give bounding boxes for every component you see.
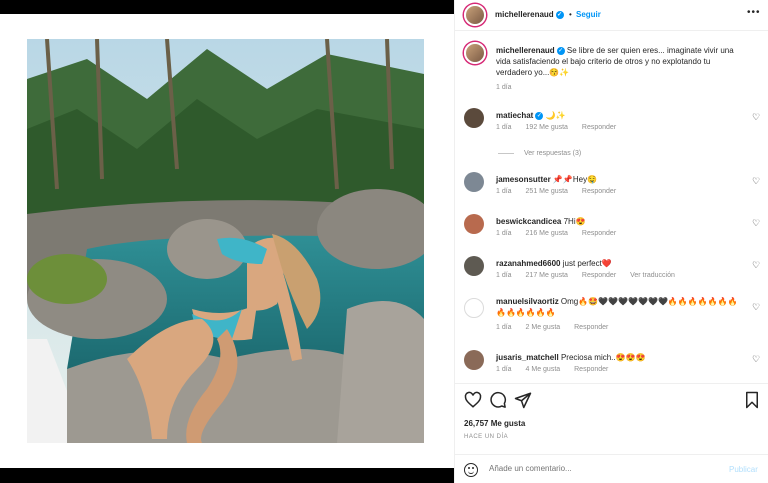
caption-avatar[interactable]	[464, 42, 486, 64]
emoji-picker-icon[interactable]	[464, 463, 478, 477]
comment-avatar[interactable]	[464, 172, 484, 192]
like-heart-icon[interactable]	[464, 391, 482, 409]
comment-meta: 1 día 4 Me gusta Responder	[496, 366, 620, 373]
add-comment-input[interactable]	[489, 464, 719, 473]
comment-likes[interactable]: 217 Me gusta	[526, 272, 568, 279]
author-username-row[interactable]: michellerenaud ✓	[495, 10, 564, 19]
comment-username[interactable]: manuelsilvaortiz	[496, 297, 559, 306]
like-comment-heart-icon[interactable]: ♡	[752, 218, 760, 229]
comment-likes[interactable]: 216 Me gusta	[526, 230, 568, 237]
comment-username[interactable]: beswickcandicea	[496, 217, 561, 226]
reply-button[interactable]: Responder	[582, 272, 616, 279]
bottom-black-bar	[0, 468, 454, 483]
top-black-bar	[0, 0, 454, 14]
reply-button[interactable]: Responder	[582, 230, 616, 237]
like-comment-heart-icon[interactable]: ♡	[752, 354, 760, 365]
view-replies-button[interactable]: Ver respuestas (3)	[498, 150, 581, 157]
share-paper-plane-icon[interactable]	[514, 391, 532, 409]
comment-text: manuelsilvaortiz Omg🔥🤩🖤🖤🖤🖤🖤🖤🖤🔥🔥🔥🔥🔥🔥🔥🔥🔥🔥🔥…	[496, 296, 741, 318]
post-actions: 26,757 Me gusta HACE UN DÍA Publicar	[455, 383, 768, 483]
comment-time: 1 día	[496, 366, 512, 373]
comment-text: jusaris_matchell Preciosa mich..😍😍😍	[496, 352, 741, 363]
post-media-frame	[0, 14, 454, 468]
author-avatar[interactable]	[464, 4, 486, 26]
publish-button[interactable]: Publicar	[729, 465, 758, 474]
likes-count[interactable]: 26,757 Me gusta	[464, 419, 525, 428]
comment-avatar[interactable]	[464, 108, 484, 128]
comment-meta: 1 día 216 Me gusta Responder	[496, 230, 628, 237]
author-username[interactable]: michellerenaud	[495, 10, 554, 19]
like-comment-heart-icon[interactable]: ♡	[752, 260, 760, 271]
caption-text: michellerenaud ✓ Se libre de ser quien er…	[496, 45, 741, 78]
comment-likes[interactable]: 4 Me gusta	[526, 366, 561, 373]
add-comment-bar: Publicar	[455, 454, 768, 483]
comment-time: 1 día	[496, 324, 512, 331]
comment-text: matiechat ✓ 🌙✨	[496, 110, 741, 121]
comment-meta: 1 día 2 Me gusta Responder	[496, 324, 620, 331]
post-side-panel: michellerenaud ✓ • Seguir ••• michelleren…	[454, 0, 768, 483]
comment-body: 🌙✨	[543, 111, 566, 120]
comment-time: 1 día	[496, 272, 512, 279]
comment-username[interactable]: razanahmed6600	[496, 259, 560, 268]
post-photo[interactable]	[27, 39, 424, 443]
comment-meta: 1 día 251 Me gusta Responder	[496, 188, 628, 195]
comment-body: just perfect❤️	[562, 259, 612, 268]
see-translation-button[interactable]: Ver traducción	[630, 272, 675, 279]
reply-button[interactable]: Responder	[574, 366, 608, 373]
like-comment-heart-icon[interactable]: ♡	[752, 176, 760, 187]
caption-meta: 1 día	[496, 84, 524, 91]
like-comment-heart-icon[interactable]: ♡	[752, 112, 760, 123]
comment-time: 1 día	[496, 230, 512, 237]
comment-meta: 1 día 192 Me gusta Responder	[496, 124, 628, 131]
comment-body: 📌📌Hey🤤	[552, 175, 598, 184]
separator-dot: •	[569, 10, 572, 19]
more-options-icon[interactable]: •••	[747, 7, 761, 18]
save-bookmark-icon[interactable]	[743, 391, 761, 409]
comment-likes[interactable]: 251 Me gusta	[526, 188, 568, 195]
comment-avatar[interactable]	[464, 350, 484, 370]
reply-button[interactable]: Responder	[582, 188, 616, 195]
like-comment-heart-icon[interactable]: ♡	[752, 302, 760, 313]
comment-likes[interactable]: 2 Me gusta	[526, 324, 561, 331]
verified-badge-icon: ✓	[556, 46, 565, 55]
comment-avatar[interactable]	[464, 298, 484, 318]
comment-time: 1 día	[496, 188, 512, 195]
comment-body: 7Hi😍	[563, 217, 586, 226]
post-header: michellerenaud ✓ • Seguir •••	[455, 0, 768, 31]
follow-button[interactable]: Seguir	[576, 10, 601, 19]
beach-photo-illustration	[27, 39, 424, 443]
verified-badge-icon: ✓	[555, 10, 564, 19]
caption-username[interactable]: michellerenaud	[496, 46, 555, 55]
reply-button[interactable]: Responder	[574, 324, 608, 331]
post-timestamp: HACE UN DÍA	[464, 434, 509, 440]
comment-likes[interactable]: 192 Me gusta	[526, 124, 568, 131]
comment-text: jamesonsutter 📌📌Hey🤤	[496, 174, 741, 185]
comment-body: Preciosa mich..😍😍😍	[560, 353, 646, 362]
comment-text: razanahmed6600 just perfect❤️	[496, 258, 741, 269]
comment-avatar[interactable]	[464, 214, 484, 234]
comment-text: beswickcandicea 7Hi😍	[496, 216, 741, 227]
comment-username[interactable]: jamesonsutter	[496, 175, 551, 184]
comment-username[interactable]: matiechat	[496, 111, 533, 120]
comment-avatar[interactable]	[464, 256, 484, 276]
comments-list: michellerenaud ✓ Se libre de ser quien er…	[455, 32, 768, 382]
comment-time: 1 día	[496, 124, 512, 131]
comment-bubble-icon[interactable]	[489, 391, 507, 409]
reply-button[interactable]: Responder	[582, 124, 616, 131]
caption-time: 1 día	[496, 84, 512, 91]
comment-username[interactable]: jusaris_matchell	[496, 353, 559, 362]
comment-meta: 1 día 217 Me gusta Responder Ver traducc…	[496, 272, 687, 279]
